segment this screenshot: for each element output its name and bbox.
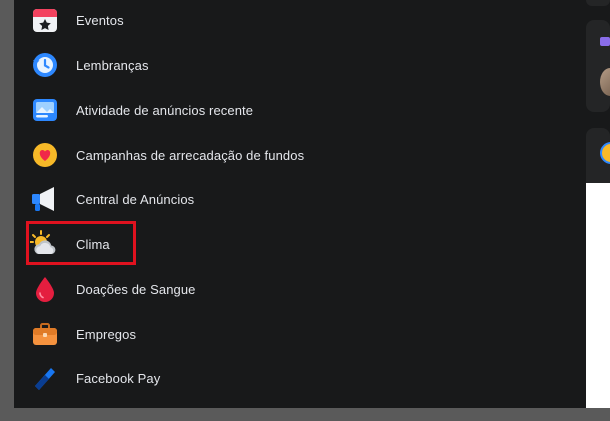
menu-item-label: Campanhas de arrecadação de fundos [76, 147, 305, 163]
megaphone-icon [30, 184, 60, 214]
feed-card [586, 0, 610, 6]
explore-menu: Eventos Lembranças Atividade de anúncios… [14, 0, 570, 408]
menu-item-facebook-pay[interactable]: Facebook Pay [26, 358, 446, 398]
highlight-box [26, 221, 136, 265]
menu-item-label: Central de Anúncios [76, 191, 195, 207]
menu-item-label: Empregos [76, 326, 137, 342]
blood-drop-icon [30, 274, 60, 304]
menu-item-lembrancas[interactable]: Lembranças [26, 45, 446, 85]
facebook-pay-icon [30, 363, 60, 393]
heart-coin-icon [30, 140, 60, 170]
reaction-icon [600, 142, 610, 164]
menu-item-label: Atividade de anúncios recente [76, 102, 254, 118]
menu-item-campanhas[interactable]: Campanhas de arrecadação de fundos [26, 135, 446, 175]
menu-item-atividade-anuncios[interactable]: Atividade de anúncios recente [26, 90, 446, 130]
feed-content-panel [586, 183, 610, 408]
menu-item-eventos[interactable]: Eventos [26, 0, 446, 40]
avatar[interactable] [600, 68, 610, 96]
menu-item-label: Lembranças [76, 57, 149, 73]
ad-activity-icon [30, 95, 60, 125]
briefcase-icon [30, 319, 60, 349]
feed-card [586, 128, 610, 184]
menu-item-empregos[interactable]: Empregos [26, 314, 446, 354]
menu-item-label: Doações de Sangue [76, 281, 196, 297]
menu-item-central-anuncios[interactable]: Central de Anúncios [26, 179, 446, 219]
menu-item-label: Facebook Pay [76, 370, 161, 386]
menu-item-doacoes-sangue[interactable]: Doações de Sangue [26, 269, 446, 309]
calendar-star-icon [30, 5, 60, 35]
feed-card [586, 20, 610, 112]
clock-history-icon [30, 50, 60, 80]
app-window: Eventos Lembranças Atividade de anúncios… [14, 0, 610, 408]
badge-icon [600, 37, 610, 46]
menu-item-label: Eventos [76, 12, 124, 28]
